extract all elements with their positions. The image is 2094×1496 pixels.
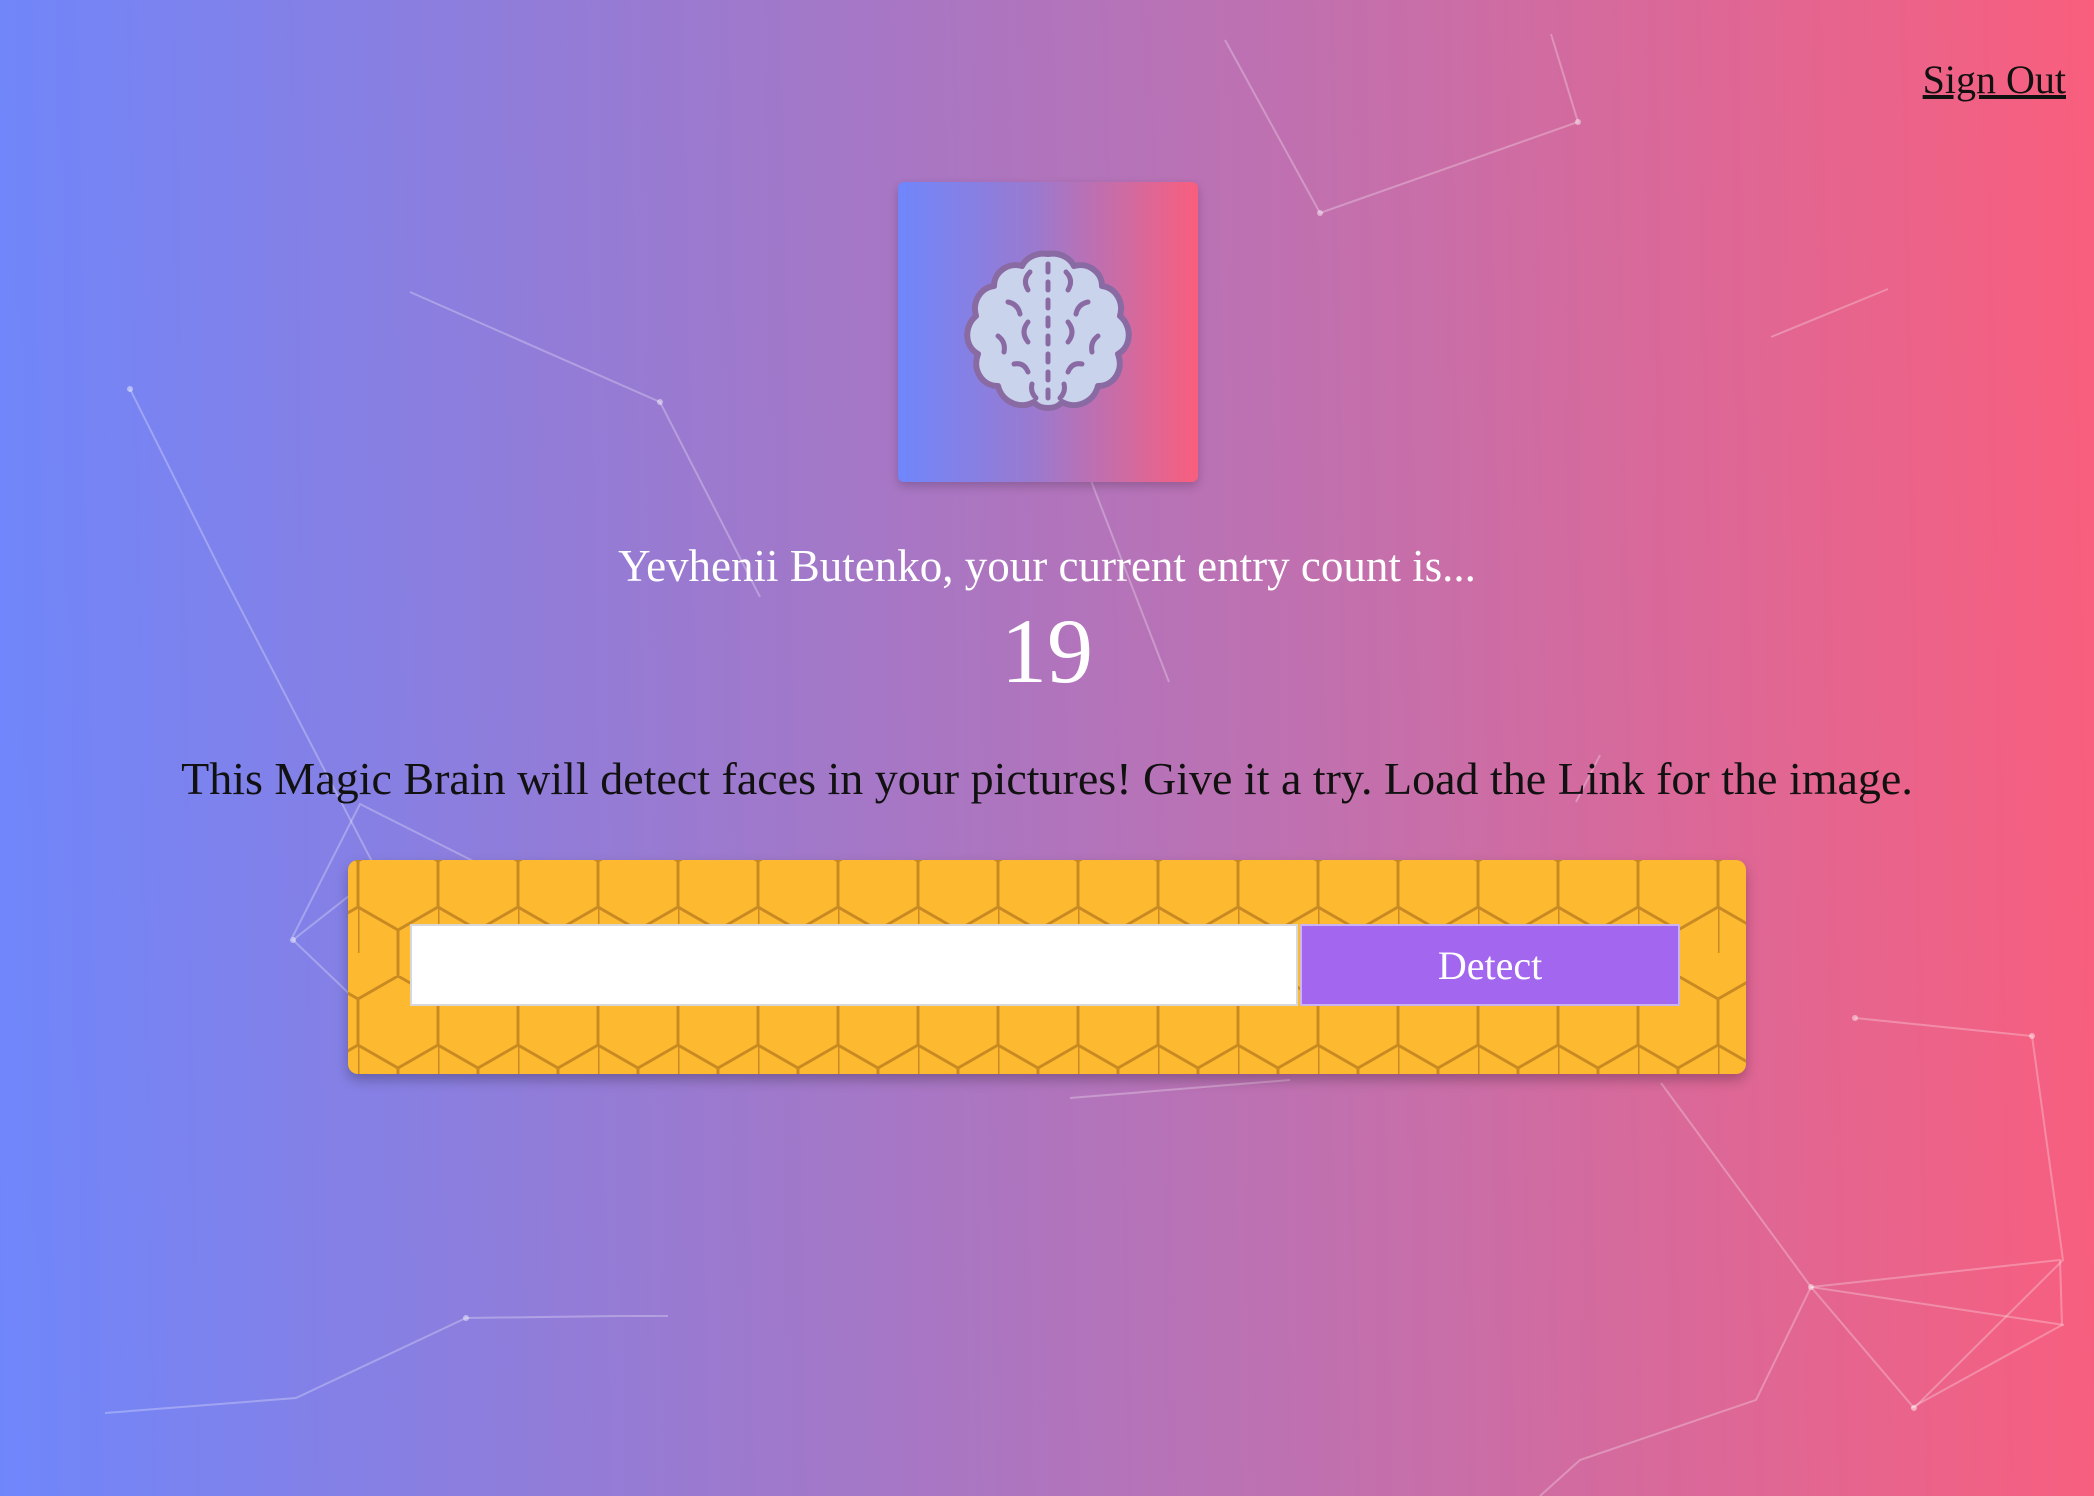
entry-count-value: 19 [1001, 600, 1093, 702]
logo [898, 182, 1198, 482]
entry-count-message: Yevhenii Butenko, your current entry cou… [618, 541, 1476, 591]
intro-text: This Magic Brain will detect faces in yo… [181, 753, 1913, 804]
image-url-input[interactable] [410, 924, 1298, 1006]
detect-button[interactable]: Detect [1300, 924, 1680, 1006]
sign-out-link[interactable]: Sign Out [1923, 56, 2066, 103]
image-link-form: Detect [348, 860, 1746, 1074]
brain-icon [964, 250, 1132, 411]
